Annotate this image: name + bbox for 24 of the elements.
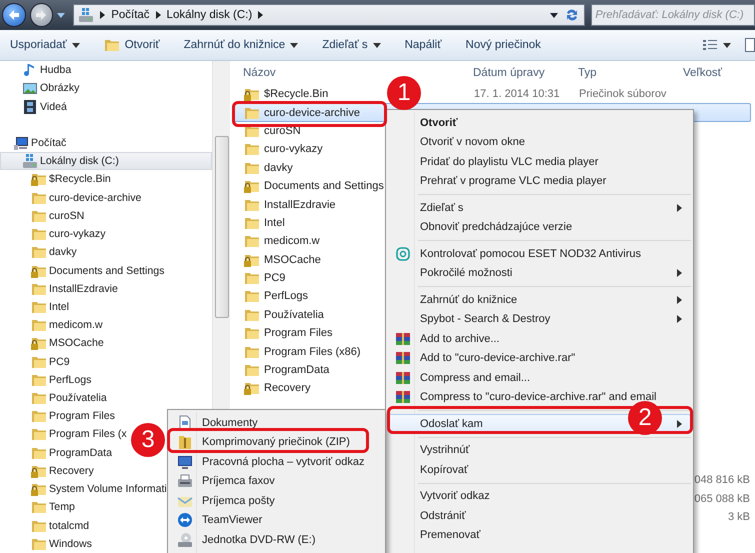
file-name: InstallEzdravie bbox=[264, 198, 336, 211]
size-cell: 048 816 kB bbox=[694, 474, 750, 486]
file-name: Documents and Settings bbox=[264, 180, 384, 192]
file-name: Používatelia bbox=[264, 308, 324, 321]
file-name: davky bbox=[264, 162, 293, 174]
file-name: curo-vykazy bbox=[264, 143, 323, 156]
file-name: $Recycle.Bin bbox=[264, 88, 328, 100]
file-name: ProgramData bbox=[264, 364, 330, 376]
date-cell: 17. 1. 2014 10:31 bbox=[474, 88, 560, 100]
file-name: Recovery bbox=[264, 382, 310, 394]
file-name: MSOCache bbox=[264, 254, 321, 266]
file-name: curoSN bbox=[264, 124, 301, 137]
file-name: medicom.w bbox=[264, 235, 320, 248]
size-cell: 065 088 kB bbox=[694, 492, 750, 505]
file-name: PC9 bbox=[264, 272, 286, 284]
type-cell: Priečinok súborov bbox=[579, 88, 666, 100]
file-name: Program Files bbox=[264, 327, 332, 340]
file-name: Program Files (x86) bbox=[264, 346, 361, 358]
file-name: PerfLogs bbox=[264, 290, 308, 302]
file-name: Intel bbox=[264, 216, 285, 229]
step-badge: 1 bbox=[387, 76, 421, 110]
step-badge: 3 bbox=[131, 423, 165, 457]
file-name: curo-device-archive bbox=[264, 106, 360, 119]
size-cell: 3 kB bbox=[728, 511, 750, 524]
